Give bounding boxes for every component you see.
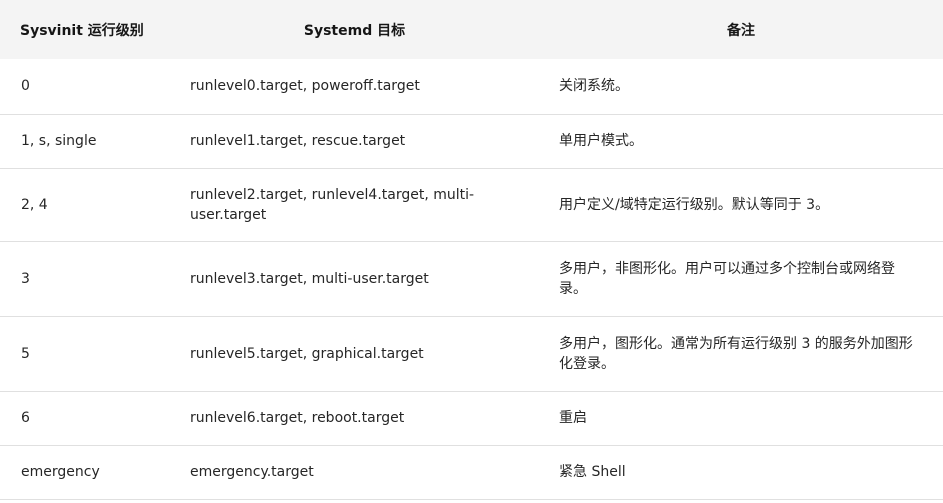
table-header: Sysvinit 运行级别 Systemd 目标 备注	[0, 0, 943, 59]
cell-target: runlevel5.target, graphical.target	[170, 316, 539, 392]
cell-runlevel: 3	[0, 241, 170, 317]
cell-note: 用户定义/域特定运行级别。默认等同于 3。	[539, 168, 943, 242]
cell-note: 单用户模式。	[539, 114, 943, 169]
cell-runlevel: emergency	[0, 445, 170, 500]
cell-target: runlevel6.target, reboot.target	[170, 391, 539, 446]
header-notes: 备注	[539, 0, 943, 59]
table-row: 6 runlevel6.target, reboot.target 重启	[0, 391, 943, 446]
cell-runlevel: 5	[0, 316, 170, 392]
table-row: 5 runlevel5.target, graphical.target 多用户…	[0, 316, 943, 392]
cell-note: 多用户，图形化。通常为所有运行级别 3 的服务外加图形化登录。	[539, 316, 943, 392]
cell-runlevel: 0	[0, 59, 170, 115]
table-row: 2, 4 runlevel2.target, runlevel4.target,…	[0, 168, 943, 242]
cell-note: 多用户，非图形化。用户可以通过多个控制台或网络登录。	[539, 241, 943, 317]
cell-target: runlevel0.target, poweroff.target	[170, 59, 539, 115]
cell-note: 关闭系统。	[539, 59, 943, 115]
header-systemd-target: Systemd 目标	[170, 0, 539, 59]
header-sysvinit-runlevel: Sysvinit 运行级别	[0, 0, 170, 59]
cell-target: runlevel1.target, rescue.target	[170, 114, 539, 169]
cell-runlevel: 6	[0, 391, 170, 446]
table-row: 0 runlevel0.target, poweroff.target 关闭系统…	[0, 59, 943, 115]
cell-note: 紧急 Shell	[539, 445, 943, 500]
cell-target: emergency.target	[170, 445, 539, 500]
cell-target: runlevel2.target, runlevel4.target, mult…	[170, 168, 539, 242]
cell-runlevel: 2, 4	[0, 168, 170, 242]
table-body: 0 runlevel0.target, poweroff.target 关闭系统…	[0, 59, 943, 500]
table-row: 3 runlevel3.target, multi-user.target 多用…	[0, 241, 943, 317]
table-row: emergency emergency.target 紧急 Shell	[0, 445, 943, 500]
cell-note: 重启	[539, 391, 943, 446]
cell-target: runlevel3.target, multi-user.target	[170, 241, 539, 317]
table-row: 1, s, single runlevel1.target, rescue.ta…	[0, 114, 943, 169]
cell-runlevel: 1, s, single	[0, 114, 170, 169]
runlevel-target-table: Sysvinit 运行级别 Systemd 目标 备注 0 runlevel0.…	[0, 0, 943, 500]
header-row: Sysvinit 运行级别 Systemd 目标 备注	[0, 0, 943, 59]
